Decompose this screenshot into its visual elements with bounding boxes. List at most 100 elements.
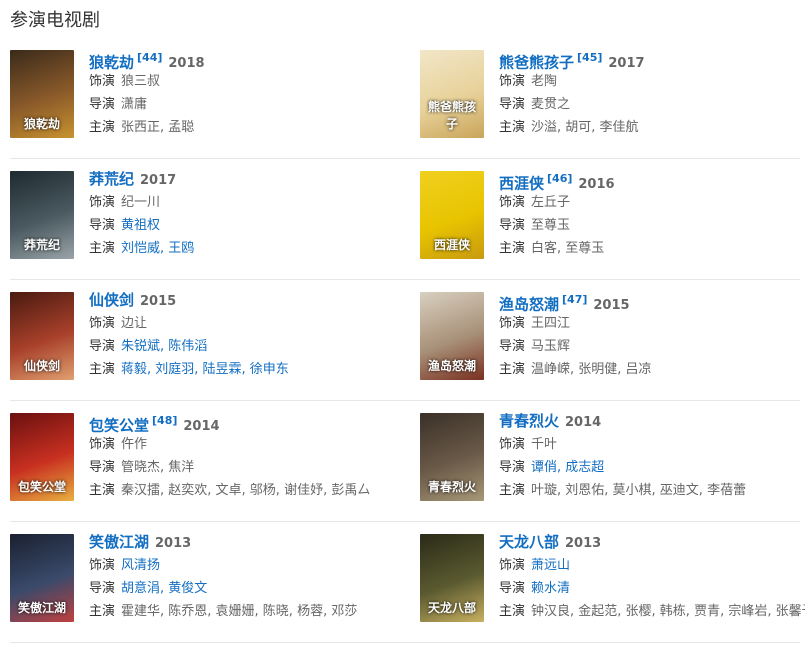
poster-image[interactable]: 仙侠剑 bbox=[10, 292, 74, 380]
series-info: 渔岛怒潮 [47] 2015 饰演 王四江 导演 马玉辉 主演 温峥嵘, 张明健, 吕凉 bbox=[499, 288, 800, 381]
cast-line: 主演 秦汉擂, 赵奕欢, 文卓, 邬杨, 谢佳妤, 彭禹厶 bbox=[89, 479, 420, 502]
director-label: 导演 bbox=[89, 339, 116, 354]
cast-label: 主演 bbox=[499, 362, 526, 377]
role-label: 饰演 bbox=[89, 195, 116, 210]
series-year: 2014 bbox=[565, 415, 602, 430]
role-value: 老陶 bbox=[531, 74, 558, 89]
poster-image[interactable]: 包笑公堂 bbox=[10, 413, 74, 501]
tv-series-card: 狼乾劫 狼乾劫 [44] 2018 饰演 狼三叔 导演 潇庸 主演 张西正, 孟聪 bbox=[10, 38, 420, 159]
tv-series-card: 莽荒纪 莽荒纪 2017 饰演 纪一川 导演 黄祖权 主演 刘恺威, 王鸥 bbox=[10, 159, 420, 280]
tv-series-card: 渔岛怒潮 渔岛怒潮 [47] 2015 饰演 王四江 导演 马玉辉 主演 温峥嵘, 张明健, 吕凉 bbox=[420, 280, 800, 401]
series-year: 2013 bbox=[565, 536, 602, 551]
cast-label: 主演 bbox=[499, 604, 526, 619]
role-value: 仵作 bbox=[121, 437, 148, 452]
poster-image[interactable]: 笑傲江湖 bbox=[10, 534, 74, 622]
director-line: 导演 朱锐斌, 陈伟滔 bbox=[89, 335, 420, 358]
tv-series-grid: 狼乾劫 狼乾劫 [44] 2018 饰演 狼三叔 导演 潇庸 主演 张西正, 孟聪 熊爸熊孩子 熊爸熊… bbox=[10, 38, 805, 643]
director-label: 导演 bbox=[89, 218, 116, 233]
director-line: 导演 麦贯之 bbox=[499, 93, 800, 116]
role-line: 饰演 左丘子 bbox=[499, 191, 800, 214]
cast-value: 霍建华, 陈乔恩, 袁姗姗, 陈晓, 杨蓉, 邓莎 bbox=[121, 604, 358, 619]
role-value[interactable]: 萧远山 bbox=[531, 558, 570, 573]
reference-link[interactable]: [45] bbox=[577, 51, 602, 64]
series-year: 2016 bbox=[578, 177, 615, 193]
cast-value: 沙溢, 胡可, 李佳航 bbox=[531, 120, 639, 135]
director-line: 导演 黄祖权 bbox=[89, 214, 420, 237]
series-title-link[interactable]: 渔岛怒潮 bbox=[499, 295, 559, 313]
poster-image[interactable]: 莽荒纪 bbox=[10, 171, 74, 259]
series-title-link[interactable]: 包笑公堂 bbox=[89, 416, 149, 434]
director-value[interactable]: 黄祖权 bbox=[121, 218, 160, 233]
director-label: 导演 bbox=[499, 218, 526, 233]
series-info: 包笑公堂 [48] 2014 饰演 仵作 导演 管晓杰, 焦洋 主演 秦汉擂, 赵奕欢, 文卓,… bbox=[89, 409, 420, 502]
series-year: 2018 bbox=[168, 56, 205, 72]
cast-label: 主演 bbox=[499, 241, 526, 256]
role-label: 饰演 bbox=[499, 437, 526, 452]
director-value: 潇庸 bbox=[121, 97, 148, 112]
director-value[interactable]: 赖水清 bbox=[531, 581, 570, 596]
poster-image[interactable]: 西涯侠 bbox=[420, 171, 484, 259]
series-title-link[interactable]: 仙侠剑 bbox=[89, 291, 134, 309]
tv-series-card: 仙侠剑 仙侠剑 2015 饰演 边让 导演 朱锐斌, 陈伟滔 主演 蒋毅, 刘庭羽, 陆昱霖, … bbox=[10, 280, 420, 401]
director-value[interactable]: 朱锐斌, 陈伟滔 bbox=[121, 339, 207, 354]
role-label: 饰演 bbox=[499, 316, 526, 331]
series-title-link[interactable]: 莽荒纪 bbox=[89, 170, 134, 188]
series-title-link[interactable]: 天龙八部 bbox=[499, 533, 559, 551]
series-title-link[interactable]: 熊爸熊孩子 bbox=[499, 53, 574, 71]
director-value[interactable]: 谭俏, 成志超 bbox=[531, 460, 604, 475]
series-info: 天龙八部 2013 饰演 萧远山 导演 赖水清 主演 钟汉良, 金起范, 张樱, 韩栋, 贾青… bbox=[499, 530, 805, 623]
cast-line: 主演 刘恺威, 王鸥 bbox=[89, 237, 420, 260]
poster-title-text: 狼乾劫 bbox=[23, 117, 60, 131]
director-label: 导演 bbox=[89, 581, 116, 596]
cast-line: 主演 温峥嵘, 张明健, 吕凉 bbox=[499, 358, 800, 381]
poster-image[interactable]: 天龙八部 bbox=[420, 534, 484, 622]
series-info: 青春烈火 2014 饰演 千叶导演 谭俏, 成志超 主演 叶璇, 刘恩佑, 莫小棋, 巫迪文… bbox=[499, 409, 800, 502]
cast-label: 主演 bbox=[89, 362, 116, 377]
role-line: 饰演 边让 bbox=[89, 312, 420, 335]
role-label: 饰演 bbox=[89, 558, 116, 573]
role-value: 纪一川 bbox=[121, 195, 161, 210]
series-year: 2013 bbox=[155, 536, 192, 551]
role-label: 饰演 bbox=[89, 437, 116, 452]
cast-value: 白客, 至尊玉 bbox=[531, 241, 605, 256]
poster-image[interactable]: 渔岛怒潮 bbox=[420, 292, 484, 380]
cast-line: 主演 叶璇, 刘恩佑, 莫小棋, 巫迪文, 李蓓蕾 bbox=[499, 479, 800, 502]
director-label: 导演 bbox=[89, 460, 116, 475]
director-label: 导演 bbox=[89, 97, 116, 112]
poster-image[interactable]: 青春烈火 bbox=[420, 413, 484, 501]
role-value: 狼三叔 bbox=[121, 74, 161, 89]
series-year: 2017 bbox=[140, 173, 177, 188]
cast-value: 张西正, 孟聪 bbox=[121, 120, 195, 135]
role-value: 千叶 bbox=[531, 437, 558, 452]
cast-label: 主演 bbox=[89, 483, 116, 498]
reference-link[interactable]: [48] bbox=[152, 414, 177, 427]
cast-label: 主演 bbox=[89, 604, 116, 619]
series-title-link[interactable]: 青春烈火 bbox=[499, 412, 559, 430]
series-info: 莽荒纪 2017 饰演 纪一川 导演 黄祖权 主演 刘恺威, 王鸥 bbox=[89, 167, 420, 260]
role-line: 饰演 老陶 bbox=[499, 70, 800, 93]
role-line: 饰演 萧远山 bbox=[499, 554, 800, 577]
reference-link[interactable]: [46] bbox=[547, 172, 572, 185]
cast-value[interactable]: 刘恺威, 王鸥 bbox=[121, 241, 194, 256]
cast-line: 主演 张西正, 孟聪 bbox=[89, 116, 420, 139]
role-label: 饰演 bbox=[499, 195, 526, 210]
poster-image[interactable]: 狼乾劫 bbox=[10, 50, 74, 138]
role-value[interactable]: 风清扬 bbox=[121, 558, 160, 573]
series-title-link[interactable]: 狼乾劫 bbox=[89, 53, 134, 71]
tv-series-card: 包笑公堂 包笑公堂 [48] 2014 饰演 仵作 导演 管晓杰, 焦洋 主演 秦汉擂, 赵奕欢,… bbox=[10, 401, 420, 522]
director-line: 导演 谭俏, 成志超 bbox=[499, 456, 800, 479]
series-title-link[interactable]: 笑傲江湖 bbox=[89, 533, 149, 551]
poster-title-text: 西涯侠 bbox=[433, 238, 470, 252]
reference-link[interactable]: [47] bbox=[562, 293, 587, 306]
poster-image[interactable]: 熊爸熊孩子 bbox=[420, 50, 484, 138]
tv-series-card: 西涯侠 西涯侠 [46] 2016 饰演 左丘子 导演 至尊玉 主演 白客, 至尊玉 bbox=[420, 159, 800, 280]
series-title-link[interactable]: 西涯侠 bbox=[499, 174, 544, 192]
poster-title-text: 渔岛怒潮 bbox=[427, 359, 476, 373]
series-year: 2015 bbox=[593, 298, 630, 314]
poster-title-text: 笑傲江湖 bbox=[17, 601, 66, 615]
cast-value[interactable]: 蒋毅, 刘庭羽, 陆昱霖, 徐申东 bbox=[121, 362, 289, 377]
role-label: 饰演 bbox=[499, 558, 526, 573]
director-value[interactable]: 胡意涓, 黄俊文 bbox=[121, 581, 207, 596]
reference-link[interactable]: [44] bbox=[137, 51, 162, 64]
director-line: 导演 马玉辉 bbox=[499, 335, 800, 358]
